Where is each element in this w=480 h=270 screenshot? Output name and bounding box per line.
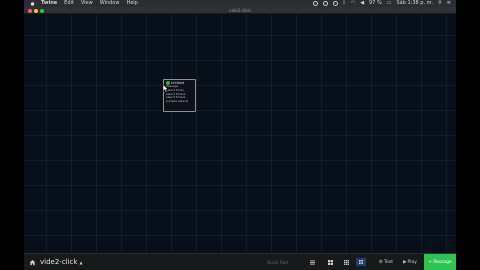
battery-icon[interactable]: ▭ bbox=[387, 0, 392, 7]
story-map-canvas[interactable]: Untitled Passage select timer select tim… bbox=[24, 14, 456, 253]
search-icon[interactable]: ⚲ bbox=[438, 0, 442, 7]
bottom-toolbar: vide2-click ▲ Quick Find ⚙ Text ▶ Play +… bbox=[24, 253, 456, 270]
grid-small-icon bbox=[343, 259, 349, 265]
zoom-passage-names-button[interactable] bbox=[326, 258, 334, 266]
new-passage-button[interactable]: + Passage bbox=[424, 254, 456, 270]
grid-large-icon bbox=[327, 259, 333, 265]
proof-icon: ⚙ bbox=[378, 259, 383, 265]
wifi-icon[interactable]: ◠ bbox=[351, 0, 355, 7]
status-icon[interactable] bbox=[312, 1, 318, 6]
quick-find-input[interactable]: Quick Find bbox=[267, 260, 288, 265]
play-button[interactable]: ▶ Play bbox=[400, 258, 420, 266]
zoom-passage-structure-button[interactable] bbox=[342, 258, 350, 266]
apple-icon[interactable] bbox=[30, 1, 35, 6]
menu-view[interactable]: View bbox=[81, 0, 93, 7]
passage-excerpt-line: (simple select) bbox=[166, 99, 189, 104]
status-icon[interactable] bbox=[332, 1, 338, 6]
clock[interactable]: Sáb 1:38 p. m. bbox=[396, 0, 433, 7]
play-icon: ▶ bbox=[403, 259, 407, 265]
play-button-label: Play bbox=[407, 259, 417, 265]
bluetooth-icon[interactable]: ᛒ bbox=[343, 0, 346, 7]
new-passage-label: + Passage bbox=[428, 259, 452, 265]
proof-text-button[interactable]: ⚙ Text bbox=[376, 258, 396, 266]
menu-window[interactable]: Window bbox=[100, 0, 120, 7]
battery-text[interactable]: 97 % bbox=[369, 0, 382, 7]
menu-edit[interactable]: Edit bbox=[64, 0, 74, 7]
status-icon[interactable] bbox=[322, 1, 328, 6]
list-icon bbox=[309, 260, 315, 264]
story-menu-caret-icon[interactable]: ▲ bbox=[79, 260, 82, 265]
menu-help[interactable]: Help bbox=[126, 0, 137, 7]
grid-tiny-icon bbox=[359, 260, 363, 264]
volume-icon[interactable]: ◀ bbox=[360, 0, 364, 7]
text-button-label: Text bbox=[383, 259, 394, 265]
zoom-story-button[interactable] bbox=[356, 258, 366, 266]
home-icon[interactable] bbox=[29, 259, 36, 266]
menu-twine[interactable]: Twine bbox=[41, 0, 57, 7]
window-title: vide2-click bbox=[229, 8, 251, 13]
window-title-bar: vide2-click bbox=[24, 7, 456, 14]
menu-bar: Twine Edit View Window Help ᛒ ◠ ◀ 97 % ▭… bbox=[24, 0, 456, 7]
story-name[interactable]: vide2-click bbox=[40, 258, 77, 266]
menu-list-icon[interactable]: ≡ bbox=[447, 0, 451, 7]
mouse-cursor-icon bbox=[162, 84, 169, 93]
story-details-button[interactable] bbox=[308, 258, 316, 266]
